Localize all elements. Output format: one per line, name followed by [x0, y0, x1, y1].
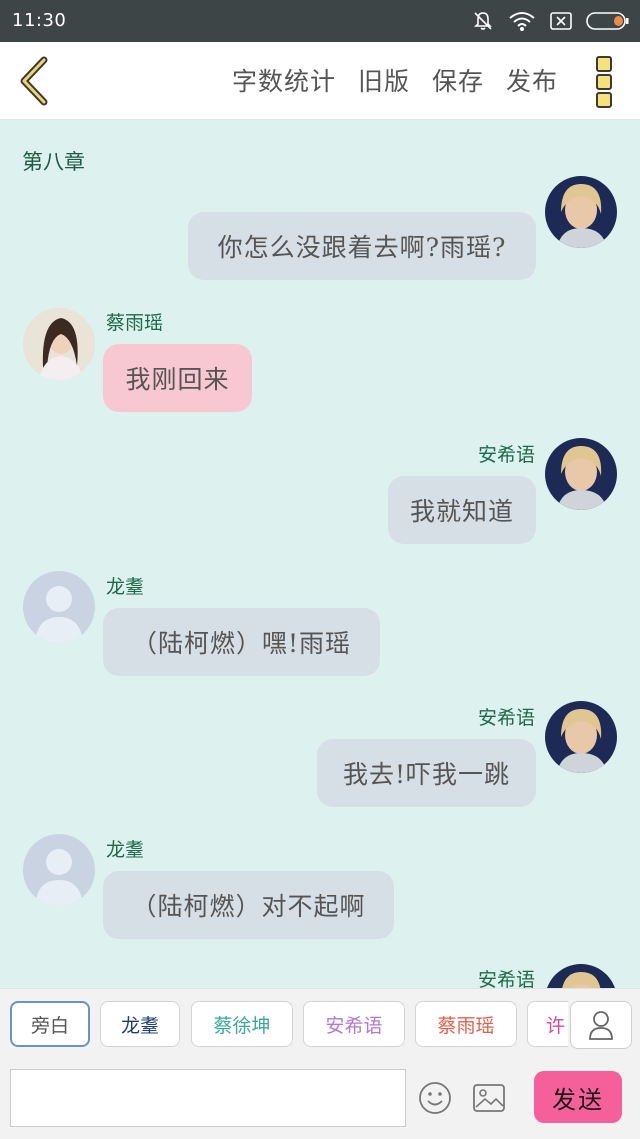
role-chip[interactable]: 许 [527, 1001, 568, 1047]
word-count-button[interactable]: 字数统计 [232, 62, 336, 98]
avatar[interactable] [545, 964, 617, 988]
message-bubble: 你怎么没跟着去啊?雨瑶? [188, 212, 536, 280]
message-bubble: （陆柯燃）对不起啊 [103, 871, 394, 939]
emoji-icon[interactable] [418, 1081, 452, 1115]
avatar[interactable] [23, 308, 95, 380]
battery-icon [586, 12, 629, 30]
sender-name: 龙耋 [106, 839, 145, 861]
back-chevron-icon [20, 56, 48, 106]
role-selector: 旁白 龙耋 蔡徐坤 安希语 蔡雨瑶 许 [8, 1001, 568, 1051]
composer: 旁白 龙耋 蔡徐坤 安希语 蔡雨瑶 许 发送 [0, 988, 640, 1139]
person-icon [589, 1011, 613, 1040]
chapter-title: 第八章 [22, 150, 85, 174]
default-person-icon [23, 571, 95, 643]
status-bar: 11:30 [0, 0, 640, 42]
message-bubble: 我去!吓我一跳 [317, 739, 536, 807]
mute-icon [474, 12, 492, 30]
sender-name: 安希语 [477, 969, 535, 988]
default-person-icon [23, 834, 95, 906]
avatar[interactable] [545, 176, 617, 248]
photo-avatar-blonde [545, 438, 617, 510]
image-icon[interactable] [472, 1083, 506, 1113]
save-button[interactable]: 保存 [432, 62, 484, 98]
sender-name: 龙耋 [106, 576, 145, 598]
wifi-icon [509, 12, 535, 31]
role-chip[interactable]: 蔡雨瑶 [415, 1001, 517, 1047]
sender-name: 安希语 [477, 707, 535, 729]
photo-avatar-blonde [545, 176, 617, 248]
back-button[interactable] [16, 56, 52, 106]
avatar[interactable] [23, 571, 95, 643]
role-chip[interactable]: 蔡徐坤 [191, 1001, 293, 1047]
sim-icon [550, 12, 572, 30]
message-input[interactable] [10, 1069, 406, 1127]
publish-button[interactable]: 发布 [506, 62, 558, 98]
old-version-button[interactable]: 旧版 [358, 62, 410, 98]
sender-name: 安希语 [477, 444, 535, 466]
status-icons [472, 8, 630, 34]
role-chip[interactable]: 龙耋 [100, 1001, 180, 1047]
toolbar-actions: 字数统计 旧版 保存 发布 [232, 62, 558, 98]
chat-area[interactable]: 第八章 你怎么没跟着去啊?雨瑶? 蔡雨瑶 我刚回来 安希语 我就知道 龙耋 （陆… [0, 120, 640, 988]
editor-toolbar: 字数统计 旧版 保存 发布 [0, 42, 640, 120]
more-icon [596, 56, 612, 72]
photo-avatar-blonde [545, 701, 617, 773]
message-bubble: 我刚回来 [103, 344, 252, 412]
role-chip[interactable]: 安希语 [303, 1001, 405, 1047]
status-time: 11:30 [12, 10, 67, 31]
avatar[interactable] [545, 701, 617, 773]
avatar[interactable] [23, 834, 95, 906]
avatar[interactable] [545, 438, 617, 510]
send-button[interactable]: 发送 [534, 1071, 622, 1123]
photo-avatar-brunette [23, 308, 95, 380]
role-manager-button[interactable] [570, 1001, 632, 1049]
sender-name: 蔡雨瑶 [106, 312, 164, 334]
role-chip-narrator[interactable]: 旁白 [10, 1001, 90, 1047]
message-bubble: （陆柯燃）嘿!雨瑶 [103, 608, 380, 676]
more-menu-button[interactable] [596, 56, 616, 108]
message-bubble: 我就知道 [388, 476, 536, 544]
photo-avatar-blonde [545, 964, 617, 988]
